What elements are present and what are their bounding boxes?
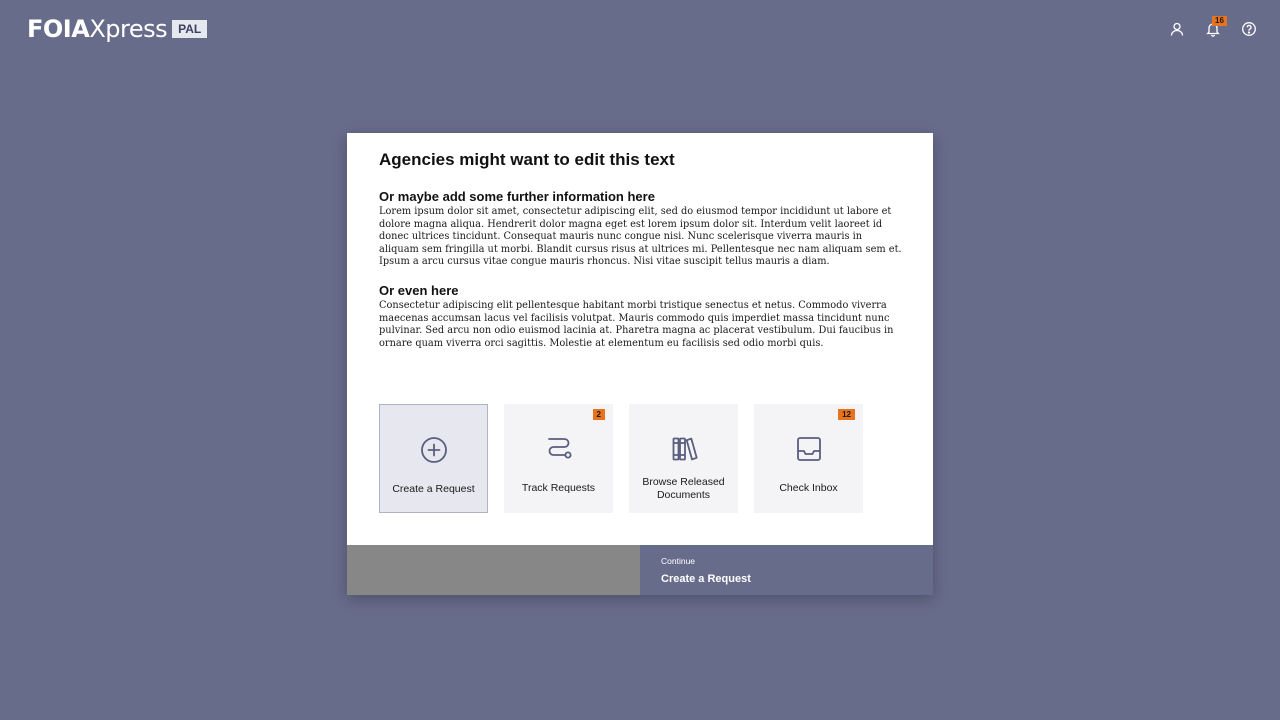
section2-text: Consectetur adipiscing elit pellentesque… [379,299,894,349]
user-icon [1170,22,1184,36]
section2-heading: Or even here [379,282,459,298]
section1-text: Lorem ipsum dolor sit amet, consectetur … [379,206,902,268]
tile-check-inbox[interactable]: 12 Check Inbox [754,404,863,513]
tile-label-create-request: Create a Request [392,483,475,495]
modal-body: Agencies might want to edit this text Or… [347,133,933,350]
route-icon [544,434,574,464]
tile-browse-documents[interactable]: Browse Released Documents [629,404,738,513]
tile-label-track-requests: Track Requests [521,482,596,494]
books-icon [669,434,699,464]
section1-heading: Or maybe add some further information he… [379,189,655,204]
footer-left-panel [347,545,640,595]
logo-xpress-text: Xpress [89,15,168,43]
modal-title: Agencies might want to edit this text [379,150,675,169]
help-button[interactable] [1238,18,1260,40]
tile-label-browse-documents: Browse Released Documents [642,476,725,501]
plus-circle-icon [419,435,449,465]
check-inbox-badge: 12 [838,409,855,420]
action-tiles: Create a Request 2 Track Requests Browse… [379,404,863,513]
logo-pal-badge: PAL [172,20,208,38]
logo-foia-text: FOIA [27,15,90,43]
welcome-modal: Agencies might want to edit this text Or… [347,133,933,595]
app-logo[interactable]: FOIA Xpress PAL [27,15,208,43]
help-icon [1242,22,1256,36]
continue-button[interactable]: Continue Create a Request [640,545,933,595]
track-requests-badge: 2 [592,409,605,420]
notifications-button[interactable]: 16 [1202,16,1227,40]
tile-create-request[interactable]: Create a Request [379,404,488,513]
continue-action-label: Create a Request [661,573,751,585]
inbox-icon [794,434,824,464]
tile-label-check-inbox: Check Inbox [779,482,838,494]
modal-footer: Continue Create a Request [347,545,933,595]
notification-count-badge: 16 [1212,16,1227,26]
header-actions: 16 [1166,16,1260,40]
tile-track-requests[interactable]: 2 Track Requests [504,404,613,513]
user-button[interactable] [1166,18,1188,40]
continue-label: Continue [661,556,696,566]
